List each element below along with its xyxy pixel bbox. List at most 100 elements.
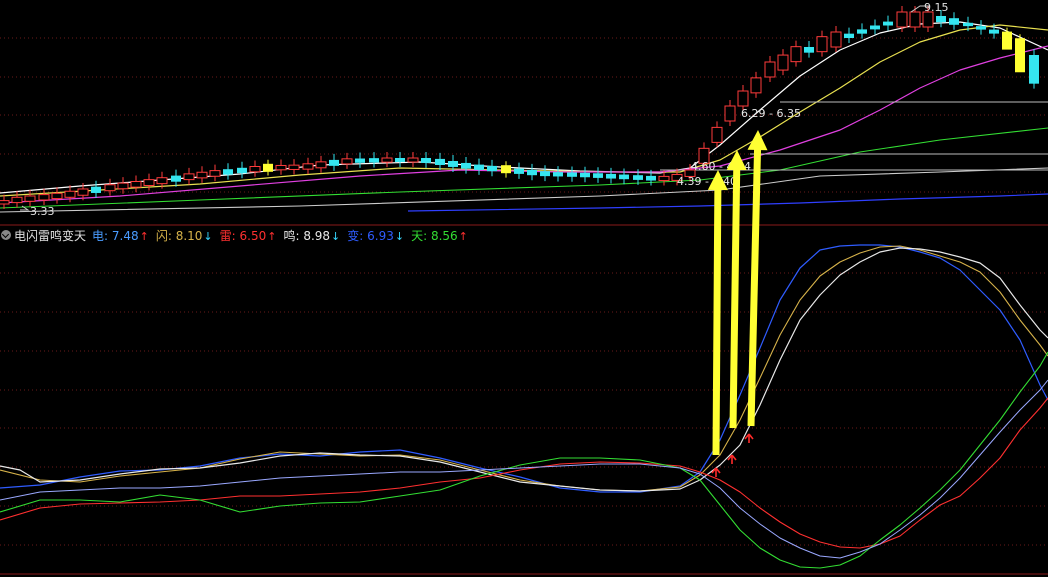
candle-body bbox=[183, 173, 195, 181]
indicator-name: 电闪雷鸣变天 bbox=[14, 228, 87, 243]
candle-body bbox=[619, 174, 629, 180]
candle-body bbox=[540, 171, 550, 177]
legend-value: 7.48 bbox=[111, 228, 139, 243]
candle-body bbox=[91, 186, 101, 193]
candle-body bbox=[11, 196, 23, 204]
chart-background bbox=[0, 0, 1048, 577]
candle-body bbox=[527, 169, 537, 176]
candle-body bbox=[77, 188, 89, 196]
candle-body bbox=[156, 177, 168, 185]
candle-body bbox=[1029, 55, 1039, 84]
candle-body bbox=[407, 157, 419, 163]
candle-body bbox=[104, 184, 116, 192]
candle-body bbox=[883, 21, 893, 26]
candle-body bbox=[130, 181, 142, 188]
candle-body bbox=[263, 163, 273, 172]
candle-body bbox=[196, 171, 208, 179]
legend-label: 雷 bbox=[219, 228, 232, 243]
trend-arrow-icon: ↓ bbox=[203, 229, 213, 243]
candle-body bbox=[421, 158, 431, 163]
candle-body bbox=[38, 194, 50, 201]
legend-item-ming: 鸣: 8.98↓ bbox=[283, 228, 341, 243]
candle-body bbox=[816, 36, 828, 53]
candle-body bbox=[249, 166, 261, 173]
low-price-label: 3.33 bbox=[30, 205, 55, 218]
legend-label: 电 bbox=[92, 228, 105, 243]
candle-body bbox=[64, 190, 76, 198]
candle-body bbox=[936, 16, 946, 23]
candle-body bbox=[117, 182, 129, 190]
candle-body bbox=[750, 77, 762, 94]
candle-body bbox=[355, 158, 365, 163]
candle-body bbox=[448, 161, 458, 167]
candle-body bbox=[395, 158, 405, 162]
legend-item-bian: 变: 6.93↓ bbox=[347, 228, 405, 243]
candle-body bbox=[870, 25, 880, 30]
candle-body bbox=[487, 165, 497, 172]
candle-body bbox=[474, 164, 484, 170]
candle-body bbox=[737, 90, 749, 107]
candle-body bbox=[909, 11, 921, 28]
range-annotation-label: 6.29 - 6.35 bbox=[741, 107, 801, 120]
candle-body bbox=[315, 161, 327, 169]
legend-label: 闪 bbox=[155, 228, 168, 243]
candle-body bbox=[711, 126, 723, 143]
legend-label: 天 bbox=[411, 228, 424, 243]
candle-body bbox=[593, 173, 603, 178]
candle-body bbox=[461, 162, 471, 169]
candle-body bbox=[567, 172, 577, 177]
candle-body bbox=[658, 175, 670, 182]
candle-body bbox=[209, 170, 221, 177]
high-price-label: 9.15 bbox=[924, 1, 949, 14]
indicator-toggle-icon[interactable] bbox=[1, 230, 11, 240]
candle-body bbox=[976, 26, 986, 30]
candle-body bbox=[223, 169, 233, 175]
legend-item-shan: 闪: 8.10↓ bbox=[155, 228, 213, 243]
candle-body bbox=[553, 172, 563, 177]
legend-value: 8.10 bbox=[175, 228, 203, 243]
candle-body bbox=[790, 46, 802, 63]
candle-body bbox=[514, 168, 524, 174]
candle-body bbox=[329, 159, 339, 166]
indicator-legend: 电闪雷鸣变天 电: 7.48↑ 闪: 8.10↓ 雷: 6.50↑ 鸣: 8.9… bbox=[0, 226, 475, 244]
candle-body bbox=[580, 172, 590, 178]
candle-body bbox=[288, 164, 300, 170]
candle-body bbox=[143, 179, 155, 186]
trend-arrow-icon: ↓ bbox=[331, 229, 341, 243]
candle-body bbox=[804, 47, 814, 53]
candle-body bbox=[989, 29, 999, 34]
legend-value: 6.93 bbox=[367, 228, 394, 243]
candle-body bbox=[51, 192, 63, 200]
trend-arrow-icon: ↑ bbox=[458, 229, 468, 243]
range-annotation-label: 4.39 - 4.40 bbox=[677, 175, 737, 188]
candle-body bbox=[171, 175, 181, 182]
legend-label: 鸣 bbox=[283, 228, 296, 243]
candle-body bbox=[1002, 31, 1012, 50]
candle-body bbox=[275, 164, 287, 171]
candle-body bbox=[777, 54, 789, 71]
trend-arrow-icon: ↑ bbox=[267, 229, 277, 243]
candle-body bbox=[1015, 38, 1025, 73]
candle-body bbox=[24, 195, 36, 202]
candle-body bbox=[896, 11, 908, 28]
trend-arrow-icon: ↓ bbox=[394, 229, 405, 243]
candle-body bbox=[501, 165, 511, 174]
candle-body bbox=[381, 157, 393, 163]
candle-body bbox=[369, 158, 379, 163]
candle-body bbox=[830, 31, 842, 48]
candle-body bbox=[435, 158, 445, 165]
candle-body bbox=[963, 22, 973, 27]
candle-body bbox=[341, 158, 353, 165]
candle-body bbox=[724, 105, 736, 122]
candle-body bbox=[633, 175, 643, 180]
legend-label: 变 bbox=[347, 228, 360, 243]
legend-value: 8.56 bbox=[430, 228, 458, 243]
legend-item-tian: 天: 8.56↑ bbox=[411, 228, 468, 243]
legend-value: 6.50 bbox=[239, 228, 267, 243]
candle-body bbox=[922, 11, 934, 28]
candle-body bbox=[949, 18, 959, 25]
trend-arrow-icon: ↑ bbox=[139, 229, 149, 243]
candle-body bbox=[302, 163, 314, 170]
legend-item-lei: 雷: 6.50↑ bbox=[219, 228, 277, 243]
candle-body bbox=[0, 200, 10, 205]
